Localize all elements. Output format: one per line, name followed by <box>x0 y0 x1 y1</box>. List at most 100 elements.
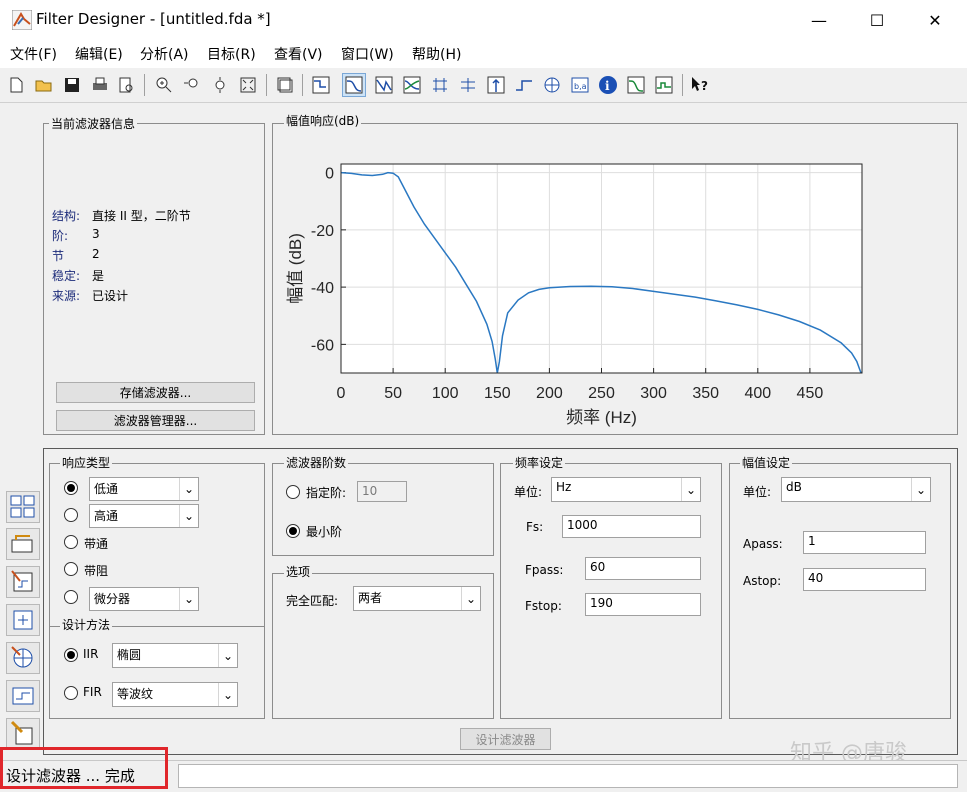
bandpass-radio[interactable] <box>64 535 78 549</box>
group-delay-icon[interactable] <box>428 73 452 97</box>
fpass-input[interactable]: 60 <box>585 557 701 580</box>
match-exactly-label: 完全匹配: <box>286 594 339 608</box>
new-figure-icon[interactable] <box>274 73 298 97</box>
pole-zero-icon[interactable] <box>540 73 564 97</box>
menu-targets[interactable]: 目标(R) <box>207 44 256 64</box>
fstop-input[interactable]: 190 <box>585 593 701 616</box>
sidebar-import-icon[interactable] <box>6 604 40 636</box>
svg-text:i: i <box>605 79 610 93</box>
design-filter-button[interactable]: 设计滤波器 <box>460 728 551 750</box>
y-tick-label: -40 <box>311 280 334 297</box>
sidebar-transform-icon[interactable] <box>6 528 40 560</box>
differentiator-select[interactable]: 微分器 ⌄ <box>89 587 199 611</box>
info-structure-label: 结构: <box>52 209 81 223</box>
whats-this-icon[interactable]: ? <box>688 73 712 97</box>
apass-input[interactable]: 1 <box>803 531 926 554</box>
freq-unit-select[interactable]: Hz ⌄ <box>551 477 701 502</box>
order-input[interactable]: 10 <box>357 481 407 502</box>
x-tick-label: 350 <box>692 385 719 402</box>
x-tick-label: 50 <box>384 385 402 402</box>
zoom-x-icon[interactable] <box>180 73 204 97</box>
x-tick-label: 150 <box>484 385 511 402</box>
bandstop-radio[interactable] <box>64 562 78 576</box>
x-axis-label: 频率 (Hz) <box>566 408 637 427</box>
menu-help[interactable]: 帮助(H) <box>412 44 461 64</box>
noise-power-icon[interactable] <box>652 73 676 97</box>
toolbar: b,a i ? <box>0 68 967 103</box>
impulse-response-icon[interactable] <box>484 73 508 97</box>
fs-input[interactable]: 1000 <box>562 515 701 538</box>
toolbar-separator <box>144 74 145 96</box>
match-exactly-select[interactable]: 两者 ⌄ <box>353 586 481 611</box>
magnitude-estimate-icon[interactable] <box>624 73 648 97</box>
phase-response-icon[interactable] <box>372 73 396 97</box>
menu-file[interactable]: 文件(F) <box>10 44 57 64</box>
info-icon[interactable]: i <box>596 73 620 97</box>
astop-input[interactable]: 40 <box>803 568 926 591</box>
x-tick-label: 100 <box>432 385 459 402</box>
highpass-select[interactable]: 高通 ⌄ <box>89 504 199 528</box>
menu-view[interactable]: 查看(V) <box>274 44 323 64</box>
menu-analysis[interactable]: 分析(A) <box>140 44 189 64</box>
phase-delay-icon[interactable] <box>456 73 480 97</box>
sidebar-multirate-icon[interactable] <box>6 680 40 712</box>
fir-method-select[interactable]: 等波纹 ⌄ <box>112 682 238 707</box>
filter-specs-icon[interactable] <box>309 73 333 97</box>
menu-edit[interactable]: 编辑(E) <box>75 44 123 64</box>
filter-order-group <box>272 463 494 556</box>
menu-window[interactable]: 窗口(W) <box>341 44 394 64</box>
fpass-label: Fpass: <box>525 563 564 577</box>
maximize-button[interactable]: ☐ <box>848 0 906 40</box>
sidebar-design-filter-icon[interactable] <box>6 718 40 748</box>
full-view-icon[interactable] <box>236 73 260 97</box>
minimize-button[interactable]: — <box>790 0 848 40</box>
x-tick-label: 300 <box>640 385 667 402</box>
design-method-title: 设计方法 <box>60 616 113 633</box>
magnitude-response-icon[interactable] <box>342 73 366 97</box>
lowpass-radio[interactable] <box>64 481 78 495</box>
sidebar-realize-icon[interactable] <box>6 491 40 523</box>
zoom-in-icon[interactable] <box>152 73 176 97</box>
filter-manager-button[interactable]: 滤波器管理器... <box>56 410 255 431</box>
chevron-down-icon: ⌄ <box>461 587 480 610</box>
save-icon[interactable] <box>60 73 84 97</box>
close-button[interactable]: ✕ <box>906 0 964 40</box>
sidebar-convert-structure-icon[interactable] <box>6 566 40 598</box>
y-tick-label: -60 <box>311 337 334 354</box>
chevron-down-icon: ⌄ <box>179 588 198 610</box>
x-tick-label: 400 <box>744 385 771 402</box>
mag-phase-icon[interactable] <box>400 73 424 97</box>
info-order-value: 3 <box>92 227 100 241</box>
window-title: Filter Designer - [untitled.fda *] <box>36 10 271 28</box>
sidebar-pole-zero-editor-icon[interactable] <box>6 642 40 674</box>
lowpass-select[interactable]: 低通 ⌄ <box>89 477 199 501</box>
fir-radio[interactable] <box>64 686 78 700</box>
open-folder-icon[interactable] <box>32 73 56 97</box>
new-file-icon[interactable] <box>4 73 28 97</box>
step-response-icon[interactable] <box>512 73 536 97</box>
apass-label: Apass: <box>743 537 783 551</box>
astop-label: Astop: <box>743 574 782 588</box>
info-stable-value: 是 <box>92 269 105 283</box>
y-axis-label: 幅值 (dB) <box>286 233 305 304</box>
iir-method-select[interactable]: 椭圆 ⌄ <box>112 643 238 668</box>
mag-unit-select[interactable]: dB ⌄ <box>781 477 931 502</box>
store-filter-button[interactable]: 存储滤波器... <box>56 382 255 403</box>
coefficients-icon[interactable]: b,a <box>568 73 592 97</box>
info-source-value: 已设计 <box>92 289 129 303</box>
print-preview-icon[interactable] <box>114 73 138 97</box>
toolbar-separator <box>302 74 303 96</box>
minimum-order-radio[interactable] <box>286 524 300 538</box>
highlight-box <box>0 747 168 789</box>
magnitude-spec-title: 幅值设定 <box>740 454 793 471</box>
differentiator-radio[interactable] <box>64 590 78 604</box>
zoom-y-icon[interactable] <box>208 73 232 97</box>
print-icon[interactable] <box>88 73 112 97</box>
bandstop-label: 带阻 <box>84 564 109 578</box>
filter-order-title: 滤波器阶数 <box>284 454 349 471</box>
svg-text:?: ? <box>701 79 708 93</box>
highpass-radio[interactable] <box>64 508 78 522</box>
iir-radio[interactable] <box>64 648 78 662</box>
specify-order-radio[interactable] <box>286 485 300 499</box>
info-structure-value: 直接 II 型，二阶节 <box>92 209 191 223</box>
